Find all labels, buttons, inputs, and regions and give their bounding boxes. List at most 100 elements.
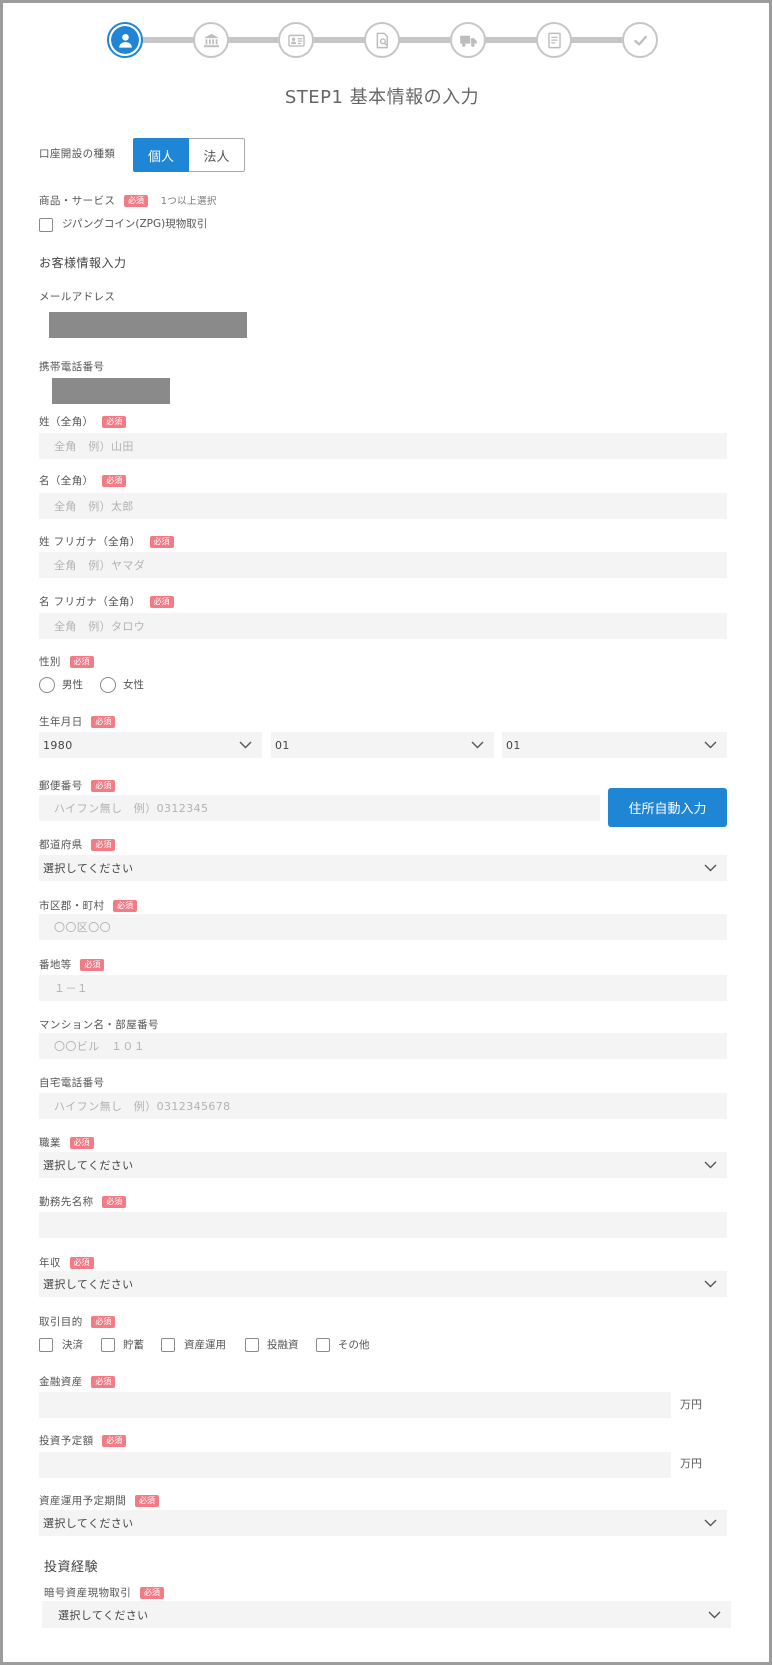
required-badge: 必須 xyxy=(69,656,94,668)
step-1-basic-info[interactable] xyxy=(107,22,143,58)
last-name-kana-label-text: 姓 フリガナ（全角） xyxy=(39,536,141,548)
zpg-checkbox[interactable] xyxy=(39,218,53,232)
step-4-review[interactable] xyxy=(364,22,400,58)
gender-female-radio[interactable] xyxy=(100,677,116,693)
city-label-text: 市区郡・町村 xyxy=(39,900,105,912)
gender-male-radio[interactable] xyxy=(39,677,55,693)
required-badge: 必須 xyxy=(139,1587,164,1599)
purpose-savings-label[interactable]: 貯蓄 xyxy=(123,1338,144,1353)
birth-month-value: 01 xyxy=(275,738,290,752)
document-search-icon xyxy=(376,32,388,48)
last-name-label-text: 姓（全角） xyxy=(39,416,94,428)
account-type-label-text: 口座開設の種類 xyxy=(39,148,116,160)
products-label-text: 商品・サービス xyxy=(39,195,116,207)
step-3-identity[interactable] xyxy=(278,22,314,58)
prefecture-label: 都道府県 必須 xyxy=(39,838,116,853)
financial-assets-unit: 万円 xyxy=(680,1398,702,1411)
last-name-input[interactable] xyxy=(39,433,727,459)
purpose-label-text: 取引目的 xyxy=(39,1316,83,1328)
postal-code-label-text: 郵便番号 xyxy=(39,780,83,792)
gender-female-label[interactable]: 女性 xyxy=(123,678,144,693)
first-name-kana-label: 名 フリガナ（全角） 必須 xyxy=(39,595,174,610)
birth-month-select[interactable]: 01 xyxy=(271,732,494,758)
required-badge: 必須 xyxy=(91,780,116,792)
purpose-savings-checkbox[interactable] xyxy=(101,1338,115,1352)
first-name-kana-input[interactable] xyxy=(39,613,727,639)
employer-label-text: 勤務先名称 xyxy=(39,1196,94,1208)
first-name-label-text: 名（全角） xyxy=(39,475,94,487)
step-7-complete[interactable] xyxy=(622,22,658,58)
required-badge: 必須 xyxy=(149,596,174,608)
crypto-spot-value: 選択してください xyxy=(58,1608,149,1622)
check-icon xyxy=(633,35,647,46)
prefecture-label-text: 都道府県 xyxy=(39,839,83,851)
planned-investment-input[interactable] xyxy=(39,1452,671,1478)
postal-code-label: 郵便番号 必須 xyxy=(39,779,116,794)
annual-income-value: 選択してください xyxy=(43,1278,134,1291)
account-type-label: 口座開設の種類 xyxy=(39,147,115,162)
street-input[interactable] xyxy=(39,975,727,1001)
last-name-kana-label: 姓 フリガナ（全角） 必須 xyxy=(39,535,174,550)
required-badge: 必須 xyxy=(91,1316,116,1328)
required-badge: 必須 xyxy=(80,959,105,971)
step-6-document[interactable] xyxy=(536,22,572,58)
required-badge: 必須 xyxy=(102,475,127,487)
first-name-input[interactable] xyxy=(39,493,727,519)
financial-assets-input[interactable] xyxy=(39,1392,671,1418)
planned-investment-unit: 万円 xyxy=(680,1457,702,1470)
step-5-delivery[interactable] xyxy=(450,22,486,58)
products-hint: 1つ以上選択 xyxy=(160,196,217,207)
chevron-down-icon xyxy=(704,1161,717,1169)
required-badge: 必須 xyxy=(113,900,138,912)
postal-code-input[interactable] xyxy=(39,795,600,821)
gender-male-label[interactable]: 男性 xyxy=(62,678,83,693)
purpose-settlement-checkbox[interactable] xyxy=(39,1338,53,1352)
page-title: STEP1 基本情報の入力 xyxy=(284,87,480,108)
crypto-spot-label-text: 暗号資産現物取引 xyxy=(44,1587,132,1599)
address-autofill-button[interactable]: 住所自動入力 xyxy=(608,788,727,827)
account-type-individual-button[interactable]: 個人 xyxy=(133,138,189,172)
occupation-select[interactable]: 選択してください xyxy=(39,1152,727,1178)
required-badge: 必須 xyxy=(124,195,149,207)
bank-icon xyxy=(203,33,219,47)
step-2-bank[interactable] xyxy=(193,22,229,58)
birth-year-select[interactable]: 1980 xyxy=(39,732,262,758)
purpose-other-checkbox[interactable] xyxy=(316,1338,330,1352)
first-name-label: 名（全角） 必須 xyxy=(39,474,127,489)
purpose-investment-label[interactable]: 投融資 xyxy=(267,1338,299,1353)
home-phone-input[interactable] xyxy=(39,1093,727,1119)
occupation-label: 職業 必須 xyxy=(39,1136,94,1151)
city-input[interactable] xyxy=(39,914,727,940)
mobile-value-redacted xyxy=(52,378,170,404)
street-label: 番地等 必須 xyxy=(39,958,105,973)
purpose-investment-checkbox[interactable] xyxy=(245,1338,259,1352)
annual-income-select[interactable]: 選択してください xyxy=(39,1271,727,1297)
investment-period-select[interactable]: 選択してください xyxy=(39,1510,727,1536)
birth-day-select[interactable]: 01 xyxy=(502,732,727,758)
financial-assets-label: 金融資産 必須 xyxy=(39,1375,116,1390)
purpose-asset-management-checkbox[interactable] xyxy=(161,1338,175,1352)
employer-label: 勤務先名称 必須 xyxy=(39,1195,127,1210)
investment-period-label-text: 資産運用予定期間 xyxy=(39,1495,127,1507)
chevron-down-icon xyxy=(239,741,252,749)
zpg-checkbox-label[interactable]: ジパングコイン(ZPG)現物取引 xyxy=(62,217,207,232)
investment-period-label: 資産運用予定期間 必須 xyxy=(39,1494,159,1509)
building-input[interactable] xyxy=(39,1033,727,1059)
purpose-settlement-label[interactable]: 決済 xyxy=(62,1338,83,1353)
purpose-other-label[interactable]: その他 xyxy=(338,1338,370,1353)
occupation-label-text: 職業 xyxy=(39,1137,61,1149)
last-name-label: 姓（全角） 必須 xyxy=(39,415,127,430)
purpose-label: 取引目的 必須 xyxy=(39,1315,116,1330)
prefecture-select[interactable]: 選択してください xyxy=(39,855,727,881)
birth-day-value: 01 xyxy=(506,738,521,752)
chevron-down-icon xyxy=(471,741,484,749)
annual-income-label-text: 年収 xyxy=(39,1257,61,1269)
email-value-redacted xyxy=(49,312,247,338)
annual-income-label: 年収 必須 xyxy=(39,1256,94,1271)
crypto-spot-select[interactable]: 選択してください xyxy=(42,1601,731,1628)
employer-input[interactable] xyxy=(39,1212,727,1238)
chevron-down-icon xyxy=(704,1519,717,1527)
account-type-corporate-button[interactable]: 法人 xyxy=(189,138,245,172)
purpose-asset-management-label[interactable]: 資産運用 xyxy=(184,1338,226,1353)
last-name-kana-input[interactable] xyxy=(39,552,727,578)
